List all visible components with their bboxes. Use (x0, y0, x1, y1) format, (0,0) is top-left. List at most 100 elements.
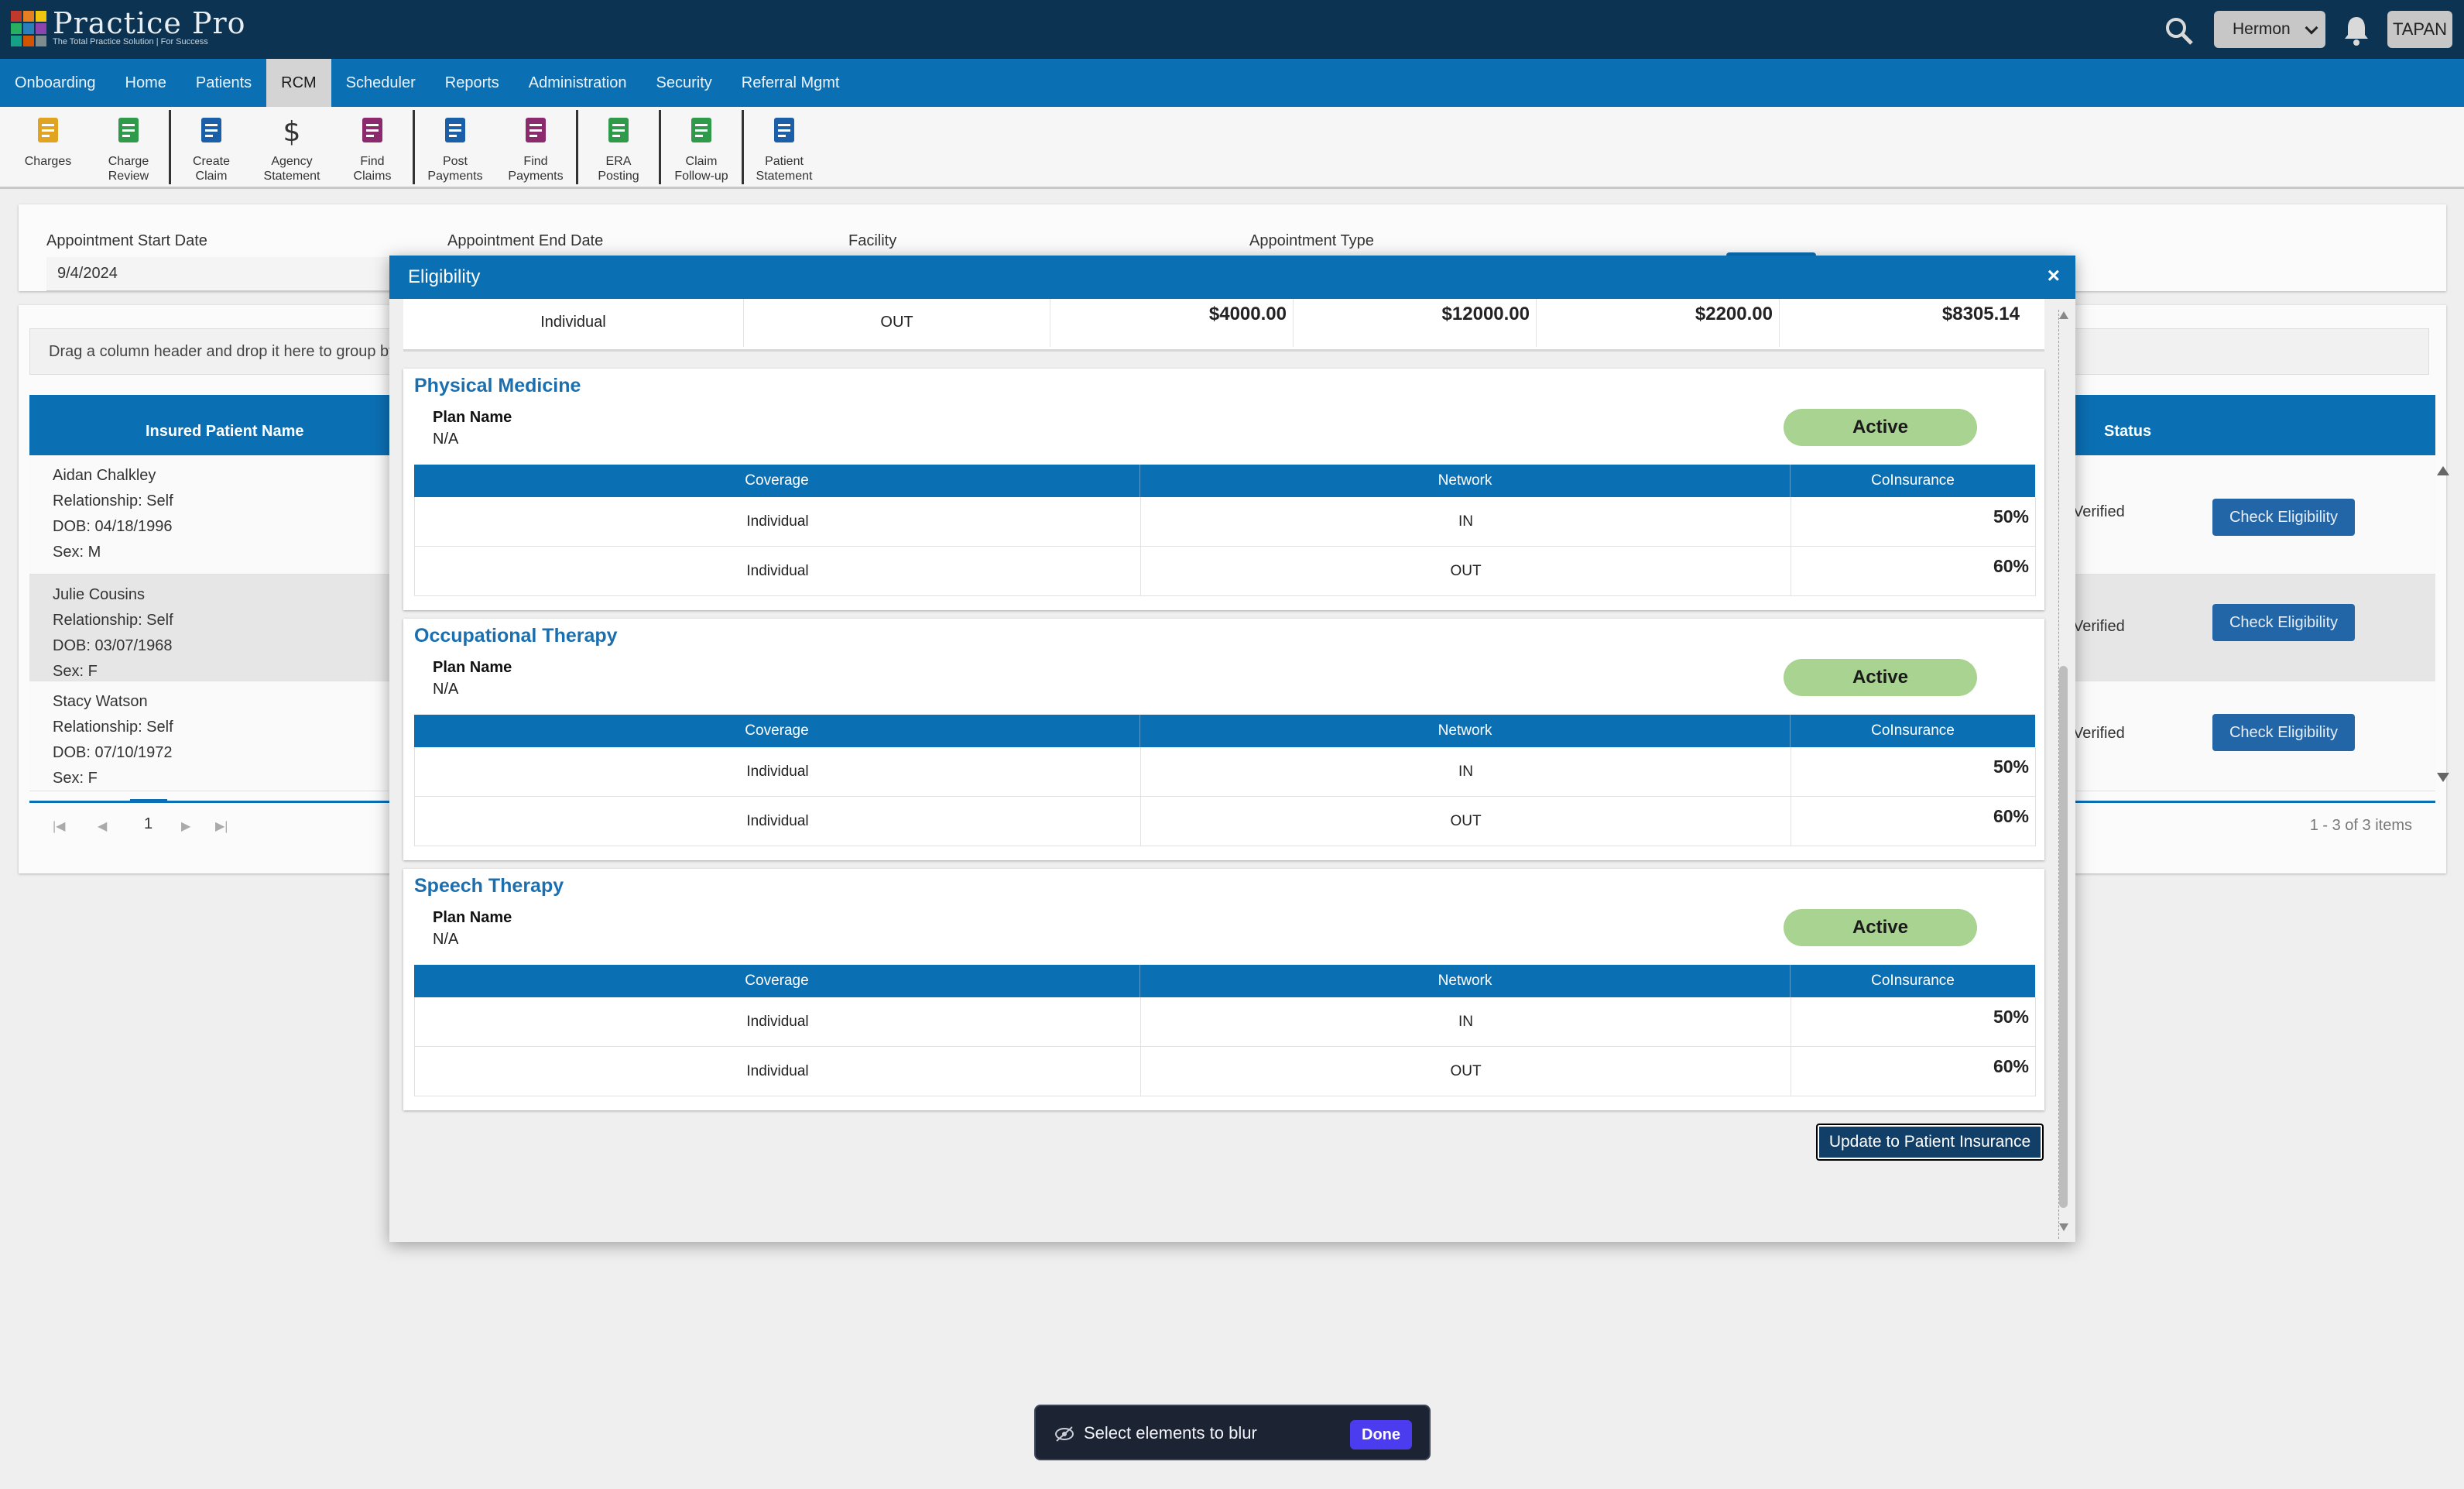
scroll-down-icon[interactable] (2059, 1223, 2068, 1231)
table-header: Coverage Network CoInsurance (414, 465, 2035, 497)
tool-agency-statement[interactable]: $ Agency Statement (252, 107, 332, 187)
network-cell: IN (1141, 497, 1791, 547)
nav-scheduler[interactable]: Scheduler (331, 59, 430, 107)
coinsurance-cell: 60% (1791, 547, 2036, 596)
update-patient-insurance-button[interactable]: Update to Patient Insurance (1816, 1124, 2044, 1161)
tool-label: ERA Posting (598, 155, 639, 183)
network-cell: OUT (1141, 797, 1791, 846)
eligibility-modal: Eligibility × Individual OUT $4000.00 $1… (389, 256, 2075, 1242)
chevron-down-icon (2305, 21, 2318, 35)
rcm-toolbar: Charges Charge Review Create Claim $ Agency Sta… (0, 107, 2464, 189)
status-badge: Active (1784, 409, 1977, 446)
tool-label: Charges (24, 155, 72, 168)
table-row: Individual OUT 60% (414, 547, 2036, 596)
nav-security[interactable]: Security (642, 59, 727, 107)
tool-charges[interactable]: Charges (8, 107, 88, 187)
user-menu-button[interactable]: TAPAN (2387, 11, 2452, 48)
patient-info: Aidan Chalkley Relationship: Self DOB: 04/… (53, 463, 173, 565)
modal-title: Eligibility (408, 266, 481, 287)
tool-patient-statement[interactable]: Patient Statement (744, 107, 824, 187)
col-network: Network (1140, 965, 1791, 997)
patient-relationship: Relationship: Self (53, 719, 173, 736)
tool-charge-review[interactable]: Charge Review (88, 107, 169, 187)
dollar-icon: $ (276, 115, 307, 149)
check-eligibility-button[interactable]: Check Eligibility (2212, 714, 2355, 751)
col-insured-patient-name[interactable]: Insured Patient Name (146, 423, 304, 441)
nav-home[interactable]: Home (111, 59, 181, 107)
tool-label: Create Claim (192, 155, 231, 183)
benefit-section-physical-medicine: Physical Medicine Plan Name N/A Active Cover… (403, 369, 2044, 610)
tool-post-payments[interactable]: Post Payments (415, 107, 495, 187)
table-row: Individual OUT 60% (414, 797, 2036, 846)
plan-name-value: N/A (433, 681, 459, 698)
coinsurance-table: Coverage Network CoInsurance Individual IN 50… (414, 965, 2036, 1096)
era-posting-icon (603, 115, 634, 149)
done-button[interactable]: Done (1350, 1420, 1412, 1450)
scroll-up-icon[interactable] (2437, 466, 2449, 475)
coinsurance-table: Coverage Network CoInsurance Individual IN 50… (414, 715, 2036, 846)
plan-name-label: Plan Name (433, 659, 512, 676)
start-date-input[interactable]: 9/4/2024 (46, 257, 410, 291)
col-coinsurance: CoInsurance (1871, 472, 1955, 489)
status-badge: Active (1784, 909, 1977, 946)
col-network: Network (1140, 715, 1791, 747)
status-badge: Verified (2073, 618, 2125, 635)
table-header: Coverage Network CoInsurance (414, 715, 2035, 747)
tool-label: Agency Statement (263, 155, 320, 183)
status-badge: Verified (2073, 725, 2125, 742)
tool-label: Post Payments (427, 155, 483, 183)
nav-reports[interactable]: Reports (430, 59, 514, 107)
coverage-cell: Individual (415, 497, 1141, 547)
prev-amount: $2200.00 (1537, 299, 1780, 347)
modal-scroll-thumb[interactable] (2059, 666, 2068, 1208)
first-page-icon[interactable]: |◀ (53, 818, 65, 834)
prev-amount: $12000.00 (1294, 299, 1537, 347)
tool-create-claim[interactable]: Create Claim (171, 107, 252, 187)
nav-patients[interactable]: Patients (181, 59, 266, 107)
tool-find-payments[interactable]: Find Payments (495, 107, 576, 187)
patient-name: Stacy Watson (53, 693, 148, 710)
tool-find-claims[interactable]: Find Claims (332, 107, 413, 187)
patient-sex: Sex: F (53, 770, 98, 787)
modal-body: Individual OUT $4000.00 $12000.00 $2200.… (389, 299, 2075, 1242)
network-cell: IN (1141, 747, 1791, 797)
facility-label: Facility (848, 232, 897, 249)
patient-name: Julie Cousins (53, 586, 145, 603)
patient-dob: DOB: 07/10/1972 (53, 744, 173, 761)
close-icon[interactable]: × (2048, 263, 2060, 288)
scroll-down-icon[interactable] (2437, 773, 2449, 782)
plan-name-label: Plan Name (433, 909, 512, 926)
page-number[interactable]: 1 (144, 815, 153, 833)
find-payments-icon (520, 115, 551, 149)
modal-header: Eligibility × (389, 256, 2075, 299)
prev-page-icon[interactable]: ◀ (98, 818, 107, 834)
nav-administration[interactable]: Administration (514, 59, 642, 107)
tool-label: Find Payments (508, 155, 564, 183)
section-title: Speech Therapy (414, 875, 564, 897)
top-header: Practice Pro The Total Practice Solution… (0, 0, 2464, 59)
nav-referral-mgmt[interactable]: Referral Mgmt (727, 59, 855, 107)
tool-claim-follow-up[interactable]: Claim Follow-up (661, 107, 742, 187)
last-page-icon[interactable]: ▶| (215, 818, 228, 834)
check-eligibility-button[interactable]: Check Eligibility (2212, 604, 2355, 641)
nav-rcm[interactable]: RCM (266, 59, 331, 107)
check-eligibility-button[interactable]: Check Eligibility (2212, 499, 2355, 536)
search-icon[interactable] (2164, 15, 2195, 46)
facility-select[interactable]: Hermon (2214, 11, 2325, 48)
practice-pro-logo[interactable]: Practice Pro The Total Practice Solution… (11, 8, 246, 46)
bell-icon[interactable] (2341, 14, 2372, 46)
blur-toolbar: Select elements to blur Done (1034, 1405, 1431, 1460)
coverage-cell: Individual (415, 547, 1141, 596)
col-coverage: Coverage (414, 965, 1140, 997)
prev-coverage: Individual (403, 299, 744, 347)
section-title: Occupational Therapy (414, 625, 618, 647)
plan-name-value: N/A (433, 931, 459, 948)
next-page-icon[interactable]: ▶ (181, 818, 190, 834)
coinsurance-cell: 50% (1791, 747, 2036, 797)
nav-onboarding[interactable]: Onboarding (0, 59, 111, 107)
tool-era-posting[interactable]: ERA Posting (578, 107, 659, 187)
col-status[interactable]: Status (2104, 423, 2151, 441)
patient-relationship: Relationship: Self (53, 492, 173, 509)
scroll-up-icon[interactable] (2059, 311, 2068, 319)
eye-off-icon (1055, 1426, 1074, 1442)
